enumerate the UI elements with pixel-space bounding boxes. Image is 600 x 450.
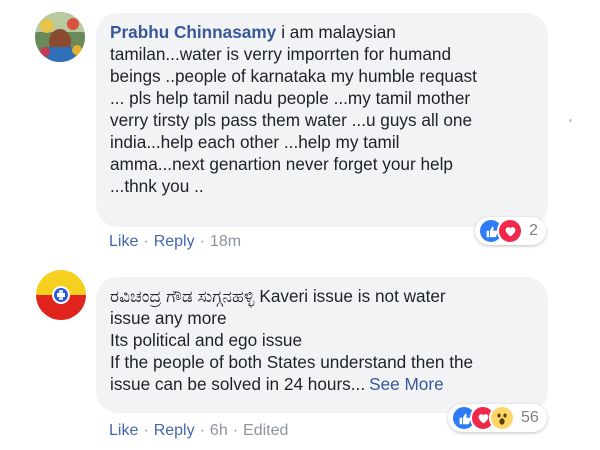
- separator-dot: ·: [143, 422, 149, 439]
- like-button[interactable]: Like: [109, 233, 138, 250]
- comment-author-link[interactable]: Prabhu Chinnasamy: [110, 22, 276, 42]
- wow-icon: [489, 405, 515, 431]
- comment-text-line: amma...next genartion never forget your …: [110, 154, 453, 174]
- reply-button[interactable]: Reply: [154, 233, 195, 250]
- separator-dot: ·: [143, 233, 149, 250]
- separator-dot: ·: [199, 422, 205, 439]
- comment-text-line: ...thnk you ..: [110, 176, 204, 196]
- comment-actions: Like · Reply · 18m: [109, 233, 241, 251]
- edited-label[interactable]: Edited: [243, 422, 288, 439]
- love-icon: [497, 218, 523, 244]
- reaction-count: 2: [529, 222, 538, 239]
- comment-text-line: ... pls help tamil nadu people ...my tam…: [110, 88, 471, 108]
- comment-text-line: tamilan...water is verry imporrten for h…: [110, 44, 452, 64]
- separator-dot: ·: [199, 233, 205, 250]
- comment-author-link[interactable]: ರವಿಚಂದ್ರ ಗೌಡ ಸುಗ್ಗನಹಳ್ಳಿ: [110, 286, 254, 306]
- like-button[interactable]: Like: [109, 422, 138, 439]
- separator-dot: ·: [232, 422, 239, 439]
- karnataka-flag-icon: [36, 270, 86, 320]
- comment-timestamp[interactable]: 18m: [210, 233, 241, 250]
- comment-bubble: ರವಿಚಂದ್ರ ಗೌಡ ಸುಗ್ಗನಹಳ್ಳಿ Kaveri issue is …: [96, 277, 548, 413]
- scroll-indicator-dot: [569, 119, 572, 122]
- comment-bubble: Prabhu Chinnasamy i am malaysian tamilan.…: [96, 13, 548, 227]
- reply-button[interactable]: Reply: [154, 422, 195, 439]
- comment-text-line: beings ..people of karnataka my humble r…: [110, 66, 477, 86]
- reactions-summary[interactable]: 2: [475, 217, 546, 245]
- comment-text-line: Its political and ego issue: [110, 330, 303, 350]
- comment-timestamp[interactable]: 6h: [210, 422, 228, 439]
- see-more-link[interactable]: See More: [369, 374, 444, 394]
- comment-text-line: issue can be solved in 24 hours...: [110, 374, 366, 394]
- user-photo-icon: [35, 12, 85, 62]
- reactions-summary[interactable]: 56: [448, 404, 547, 432]
- comment-text-line: verry tirsty pls pass them water ...u gu…: [110, 110, 473, 130]
- comment-text-line: issue any more: [110, 308, 227, 328]
- comment-text-line: Kaveri issue is not water: [259, 286, 446, 306]
- comment-text-line: i am malaysian: [281, 22, 396, 42]
- reaction-count: 56: [521, 409, 539, 426]
- avatar[interactable]: [35, 12, 85, 62]
- comment-actions: Like · Reply · 6h · Edited: [109, 422, 288, 440]
- comment-text-line: If the people of both States understand …: [110, 352, 474, 372]
- comment-text-line: india...help each other ...help my tamil: [110, 132, 400, 152]
- avatar[interactable]: [36, 270, 86, 320]
